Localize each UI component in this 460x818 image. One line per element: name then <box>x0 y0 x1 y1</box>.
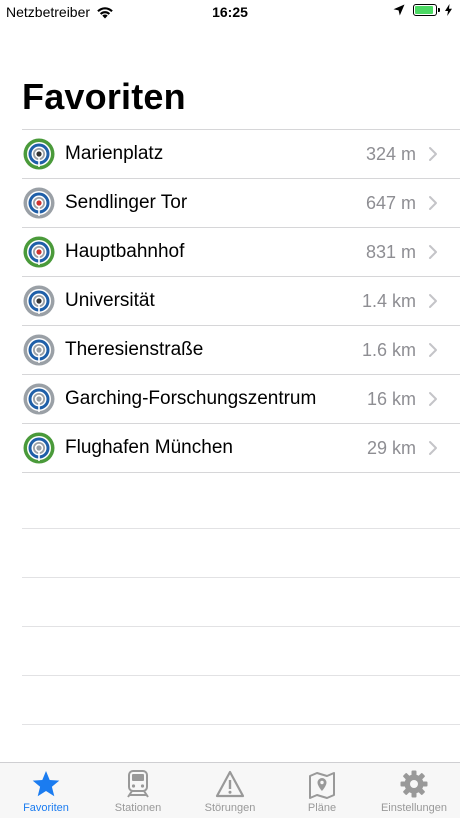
favorite-row[interactable]: Sendlinger Tor 647 m <box>22 179 460 228</box>
favorite-name: Flughafen München <box>65 437 233 458</box>
battery-fill <box>415 6 433 14</box>
station-icon <box>23 138 55 170</box>
status-time: 16:25 <box>212 4 248 20</box>
favorite-name: Universität <box>65 290 155 311</box>
empty-row-separator <box>22 577 460 578</box>
chevron-right-icon <box>429 392 437 406</box>
battery-icon <box>413 4 440 16</box>
station-icon <box>23 187 55 219</box>
empty-row-separator <box>22 675 460 676</box>
favorite-distance: 1.4 km <box>361 290 416 311</box>
favorite-name: Marienplatz <box>65 143 164 164</box>
favorites-list: Marienplatz 324 m Sendlinger Tor 647 m Haupt… <box>0 129 460 473</box>
chevron-right-icon <box>429 147 437 161</box>
favorite-distance: 1.6 km <box>361 339 416 360</box>
status-bar: Netzbetreiber 16:25 <box>0 0 460 24</box>
station-icon <box>23 432 55 464</box>
star-icon <box>32 771 60 797</box>
favorite-distance: 29 km <box>366 437 416 458</box>
favorite-distance: 16 km <box>366 388 416 409</box>
location-arrow-icon <box>393 4 405 16</box>
chevron-right-icon <box>429 196 437 210</box>
tab-gear[interactable]: Einstellungen <box>368 763 460 818</box>
station-icon <box>23 334 55 366</box>
train-icon <box>127 770 149 798</box>
station-icon <box>23 285 55 317</box>
tab-label: Stationen <box>114 802 162 814</box>
tab-label: Störungen <box>204 802 256 814</box>
empty-row-separator <box>22 724 460 725</box>
chevron-right-icon <box>429 294 437 308</box>
map-icon <box>309 772 335 799</box>
favorite-row[interactable]: Hauptbahnhof 831 m <box>22 228 460 277</box>
favorite-row[interactable]: Marienplatz 324 m <box>22 130 460 179</box>
favorite-row[interactable]: Theresienstraße 1.6 km <box>22 326 460 375</box>
tab-label: Einstellungen <box>380 802 448 814</box>
warning-icon <box>215 770 245 798</box>
favorite-distance: 831 m <box>365 241 416 262</box>
favorite-distance: 324 m <box>365 143 416 164</box>
favorite-row[interactable]: Universität 1.4 km <box>22 277 460 326</box>
chevron-right-icon <box>429 245 437 259</box>
favorite-row[interactable]: Garching-Forschungszentrum 16 km <box>22 375 460 424</box>
chevron-right-icon <box>429 343 437 357</box>
status-right <box>393 4 452 16</box>
tab-label: Pläne <box>307 802 337 814</box>
tab-label: Favoriten <box>23 802 69 814</box>
favorite-distance: 647 m <box>365 192 416 213</box>
gear-icon <box>400 770 428 798</box>
tab-warning[interactable]: Störungen <box>184 763 276 818</box>
chevron-right-icon <box>429 441 437 455</box>
favorite-row[interactable]: Flughafen München 29 km <box>22 424 460 473</box>
station-icon <box>23 236 55 268</box>
tab-bar: Favoriten Stationen Störungen Pläne Einstell… <box>0 762 460 818</box>
tab-star[interactable]: Favoriten <box>0 763 92 818</box>
favorite-name: Sendlinger Tor <box>65 192 188 213</box>
tab-map[interactable]: Pläne <box>276 763 368 818</box>
empty-row-separator <box>22 528 460 529</box>
page-title: Favoriten <box>22 76 186 117</box>
favorite-name: Garching-Forschungszentrum <box>65 388 317 409</box>
charging-bolt-icon <box>445 4 452 16</box>
favorite-name: Theresienstraße <box>65 339 204 360</box>
empty-row-separator <box>22 626 460 627</box>
favorite-name: Hauptbahnhof <box>65 241 185 262</box>
tab-train[interactable]: Stationen <box>92 763 184 818</box>
station-icon <box>23 383 55 415</box>
